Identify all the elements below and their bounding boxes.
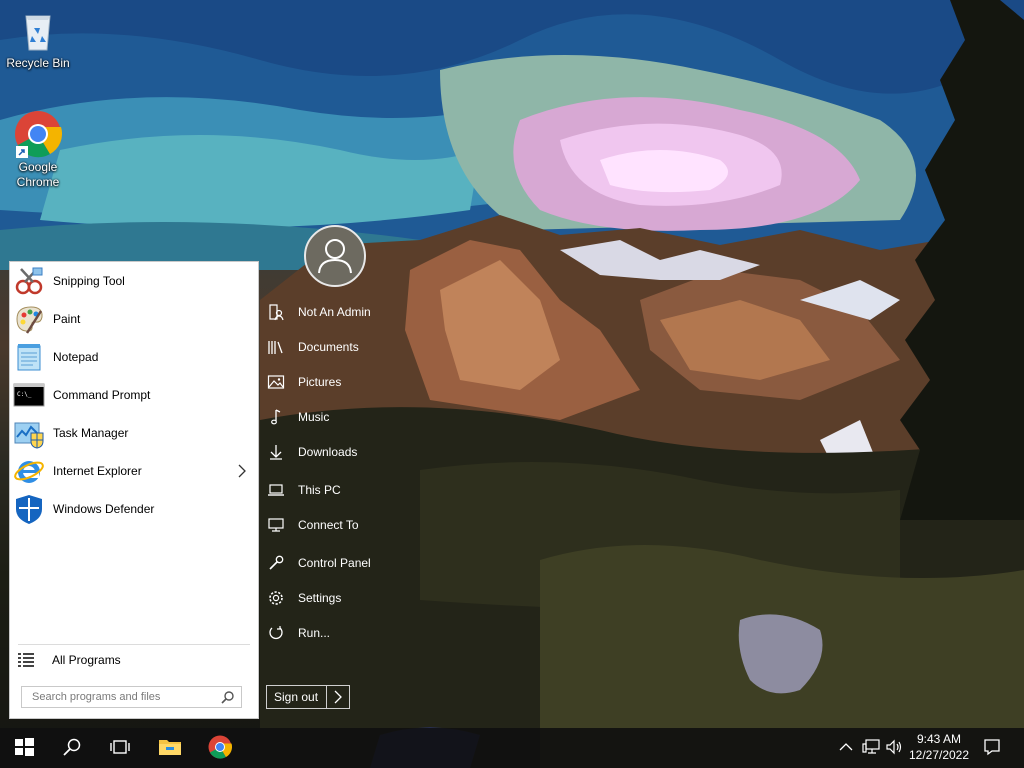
task-view-icon [109,738,131,759]
task-manager-icon [13,417,45,449]
menu-item-label: This PC [298,483,341,497]
menu-item-music[interactable]: Music [267,404,397,430]
windows-logo-icon [13,736,35,761]
desktop-icon-label: Google [18,160,58,174]
svg-text:C:\_: C:\_ [17,391,32,398]
program-notepad[interactable]: Notepad [10,340,258,374]
menu-separator [18,644,250,645]
menu-item-label: Settings [298,591,342,605]
program-label: Paint [53,312,81,326]
pictures-icon [267,373,285,391]
file-explorer-button[interactable] [146,728,194,768]
menu-item-pictures[interactable]: Pictures [267,369,397,395]
menu-item-not-an-admin[interactable]: Not An Admin [267,299,397,325]
clock-date: 12/27/2022 [908,748,970,762]
user-avatar[interactable] [304,225,366,287]
search-button[interactable] [48,728,96,768]
menu-item-label: Music [298,410,330,424]
program-label: Notepad [53,350,99,364]
menu-item-label: Downloads [298,445,358,459]
chrome-button[interactable] [196,728,244,768]
recycle-bin-icon [14,6,62,54]
action-center-button[interactable] [978,728,1006,768]
taskbar: 9:43 AM 12/27/2022 [0,728,1024,768]
sign-out-button[interactable]: Sign out [266,685,350,709]
menu-item-label: Run... [298,626,331,640]
sign-out-label: Sign out [274,690,319,704]
program-windows-defender[interactable]: Windows Defender [10,492,258,526]
search-input[interactable] [30,690,221,704]
chrome-icon [14,110,63,158]
menu-item-label: Connect To [298,518,359,532]
windows-defender-icon [13,493,45,525]
all-programs-list-icon [18,653,34,667]
menu-item-connect-to[interactable]: Connect To [267,512,397,538]
menu-item-control-panel[interactable]: Control Panel [267,550,397,576]
file-explorer-icon [158,737,182,760]
chevron-up-icon [839,741,853,755]
connect-to-icon [267,516,285,534]
program-internet-explorer[interactable]: Internet Explorer [10,454,258,488]
taskbar-chrome-icon [208,735,233,762]
program-paint[interactable]: Paint [10,302,258,336]
user-folder-icon [267,303,285,321]
program-command-prompt[interactable]: C:\_ Command Prompt [10,378,258,412]
desktop-icon-google-chrome[interactable]: Google Chrome [0,110,76,190]
run-icon [267,624,285,642]
speaker-icon [886,739,904,758]
volume-button[interactable] [884,728,906,768]
shutdown-options-chevron-icon[interactable] [327,686,349,708]
program-label: Task Manager [53,426,129,440]
snipping-tool-icon [13,265,45,297]
menu-item-label: Control Panel [298,556,371,570]
menu-item-settings[interactable]: Settings [267,585,397,611]
network-icon [862,738,880,758]
taskbar-search-icon [62,737,82,760]
notification-icon [983,738,1001,759]
taskbar-clock[interactable]: 9:43 AM 12/27/2022 [904,731,974,765]
this-pc-icon [267,481,285,499]
program-label: Internet Explorer [53,464,142,478]
desktop-icon-recycle-bin[interactable]: Recycle Bin [0,6,76,71]
all-programs-button[interactable]: All Programs [10,648,258,672]
clock-time: 9:43 AM [916,732,962,746]
menu-item-this-pc[interactable]: This PC [267,477,397,503]
menu-item-label: Documents [298,340,359,354]
desktop-icon-label: Chrome [16,175,60,189]
menu-item-downloads[interactable]: Downloads [267,439,397,465]
task-view-button[interactable] [96,728,144,768]
settings-icon [267,589,285,607]
menu-item-label: Not An Admin [298,305,371,319]
control-panel-icon [267,554,285,572]
program-task-manager[interactable]: Task Manager [10,416,258,450]
downloads-icon [267,443,285,461]
menu-item-label: Pictures [298,375,342,389]
music-icon [267,408,285,426]
network-button[interactable] [860,728,882,768]
show-hidden-icons-button[interactable] [836,728,856,768]
menu-item-documents[interactable]: Documents [267,334,397,360]
command-prompt-icon: C:\_ [13,379,45,411]
program-snipping-tool[interactable]: Snipping Tool [10,264,258,298]
search-box[interactable] [21,686,242,708]
start-button[interactable] [0,728,48,768]
program-label: Command Prompt [53,388,151,402]
shortcut-arrow-icon [16,146,28,158]
desktop-icon-label: Recycle Bin [6,56,70,70]
paint-icon [13,303,45,335]
search-icon[interactable] [221,690,235,704]
program-label: Windows Defender [53,502,155,516]
notepad-icon [13,341,45,373]
documents-icon [267,338,285,356]
start-menu-programs-pane: Snipping Tool Paint Notepad C:\_ Command… [9,261,259,719]
program-label: Snipping Tool [53,274,125,288]
internet-explorer-icon [13,455,45,487]
submenu-chevron-right-icon [236,463,248,479]
all-programs-label: All Programs [52,653,121,667]
menu-item-run[interactable]: Run... [267,620,397,646]
